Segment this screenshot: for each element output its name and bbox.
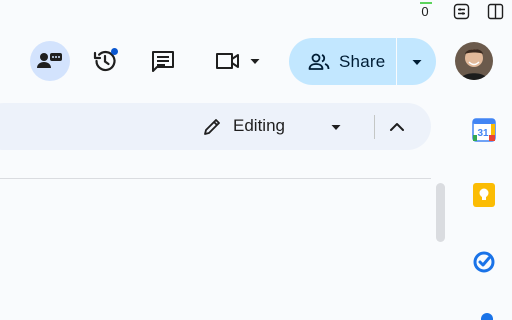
system-strip: 0 <box>0 0 512 22</box>
counter-badge: 0 <box>421 4 429 19</box>
meet-dropdown-icon[interactable] <box>248 54 262 68</box>
toolbar-divider <box>374 115 375 139</box>
mode-dropdown-icon[interactable] <box>329 120 343 134</box>
comments-button[interactable] <box>143 41 183 81</box>
share-options-button[interactable] <box>397 38 436 85</box>
keep-icon[interactable] <box>471 182 497 208</box>
version-history-button[interactable] <box>85 41 125 81</box>
share-button[interactable]: Share <box>289 38 396 85</box>
calendar-icon[interactable]: 31 <box>471 117 497 143</box>
unread-dot <box>111 48 118 55</box>
scrollbar-thumb[interactable] <box>436 183 445 242</box>
account-avatar[interactable] <box>455 42 493 80</box>
editing-toolbar: Editing <box>0 103 431 150</box>
comments-icon <box>150 48 176 74</box>
video-camera-icon <box>214 50 242 72</box>
people-chat-icon <box>37 51 63 71</box>
pencil-icon <box>202 117 222 137</box>
meet-button[interactable] <box>208 41 248 81</box>
calendar-day: 31 <box>477 128 489 139</box>
contacts-icon[interactable] <box>481 313 493 320</box>
tasks-icon[interactable] <box>471 249 497 275</box>
ruler-divider <box>0 178 431 179</box>
share-label: Share <box>339 51 386 71</box>
chevron-down-icon <box>410 55 424 69</box>
side-panel-toggle-icon[interactable] <box>487 3 504 20</box>
chat-button[interactable] <box>30 41 70 81</box>
collapse-menus-chevron-up-icon[interactable] <box>385 115 409 139</box>
editing-mode-label[interactable]: Editing <box>233 116 285 136</box>
people-icon <box>308 53 330 71</box>
share-button-group: Share <box>289 38 436 85</box>
extension-icon[interactable] <box>453 3 470 20</box>
